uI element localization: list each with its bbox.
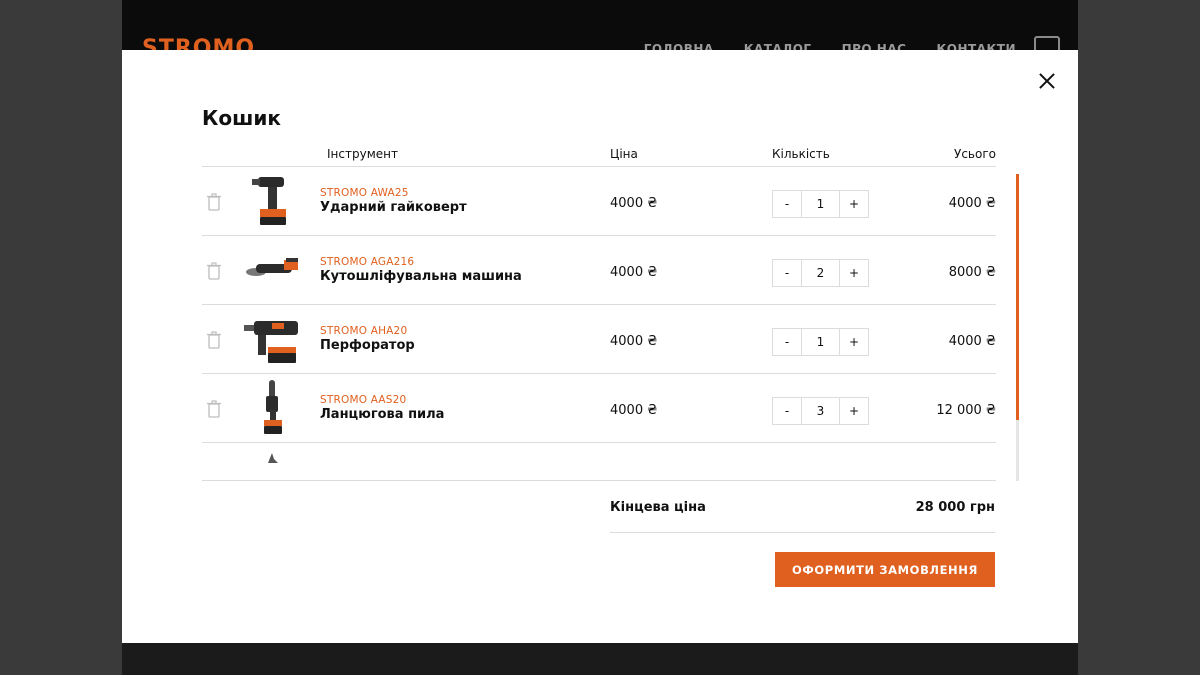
scrollbar-thumb[interactable] [1016,174,1019,420]
cart-modal: Кошик Інструмент Ціна Кількість Усього S… [122,50,1078,643]
cart-item: STROMO AAS20 Ланцюгова пила 4000 ₴ - 3 +… [202,374,996,443]
quantity-stepper: - 1 + [772,190,869,218]
item-price: 4000 ₴ [610,334,658,349]
item-total: 12 000 ₴ [936,403,996,418]
summary-value: 28 000 грн [915,500,995,515]
trash-icon[interactable] [206,193,222,211]
quantity-input[interactable]: 2 [801,260,840,286]
quantity-stepper: - 1 + [772,328,869,356]
cart-item-partial [202,443,996,480]
cart-table-header: Інструмент Ціна Кількість Усього [202,147,996,167]
decrease-button[interactable]: - [773,260,801,286]
item-total: 4000 ₴ [948,196,996,211]
item-name[interactable]: Ударний гайковерт [320,200,467,215]
product-image-partial [268,453,278,463]
place-order-button[interactable]: ОФОРМИТИ ЗАМОВЛЕННЯ [775,552,995,587]
item-total: 8000 ₴ [948,265,996,280]
item-price: 4000 ₴ [610,196,658,211]
angle-grinder-image [246,258,298,276]
trash-icon[interactable] [206,262,222,280]
cart-item: STROMO AWA25 Ударний гайковерт 4000 ₴ - … [202,167,996,236]
impact-wrench-image [252,177,286,225]
item-name[interactable]: Кутошліфувальна машина [320,269,522,284]
increase-button[interactable]: + [840,329,868,355]
cart-item: STROMO AGA216 Кутошліфувальна машина 400… [202,236,996,305]
summary-divider [610,532,995,533]
column-quantity: Кількість [772,147,830,161]
item-name[interactable]: Перфоратор [320,338,415,353]
quantity-input[interactable]: 1 [801,191,840,217]
item-brand: STROMO AHA20 [320,325,408,337]
quantity-stepper: - 3 + [772,397,869,425]
decrease-button[interactable]: - [773,191,801,217]
item-brand: STROMO AGA216 [320,256,415,268]
increase-button[interactable]: + [840,191,868,217]
quantity-input[interactable]: 3 [801,398,840,424]
summary-label: Кінцева ціна [610,500,706,515]
cart-item: STROMO AHA20 Перфоратор 4000 ₴ - 1 + 400… [202,305,996,374]
increase-button[interactable]: + [840,398,868,424]
item-total: 4000 ₴ [948,334,996,349]
trash-icon[interactable] [206,331,222,349]
cart-items-list[interactable]: STROMO AWA25 Ударний гайковерт 4000 ₴ - … [202,167,996,481]
decrease-button[interactable]: - [773,329,801,355]
chainsaw-image [264,380,282,434]
item-name[interactable]: Ланцюгова пила [320,407,444,422]
quantity-stepper: - 2 + [772,259,869,287]
background-footer [122,643,1078,675]
column-tool: Інструмент [327,147,398,161]
column-total: Усього [954,147,996,161]
close-icon[interactable] [1038,72,1056,90]
decrease-button[interactable]: - [773,398,801,424]
item-brand: STROMO AAS20 [320,394,407,406]
increase-button[interactable]: + [840,260,868,286]
item-brand: STROMO AWA25 [320,187,409,199]
rotary-hammer-image [244,321,298,363]
cart-title: Кошик [202,106,281,130]
trash-icon[interactable] [206,400,222,418]
quantity-input[interactable]: 1 [801,329,840,355]
column-price: Ціна [610,147,638,161]
item-price: 4000 ₴ [610,403,658,418]
item-price: 4000 ₴ [610,265,658,280]
